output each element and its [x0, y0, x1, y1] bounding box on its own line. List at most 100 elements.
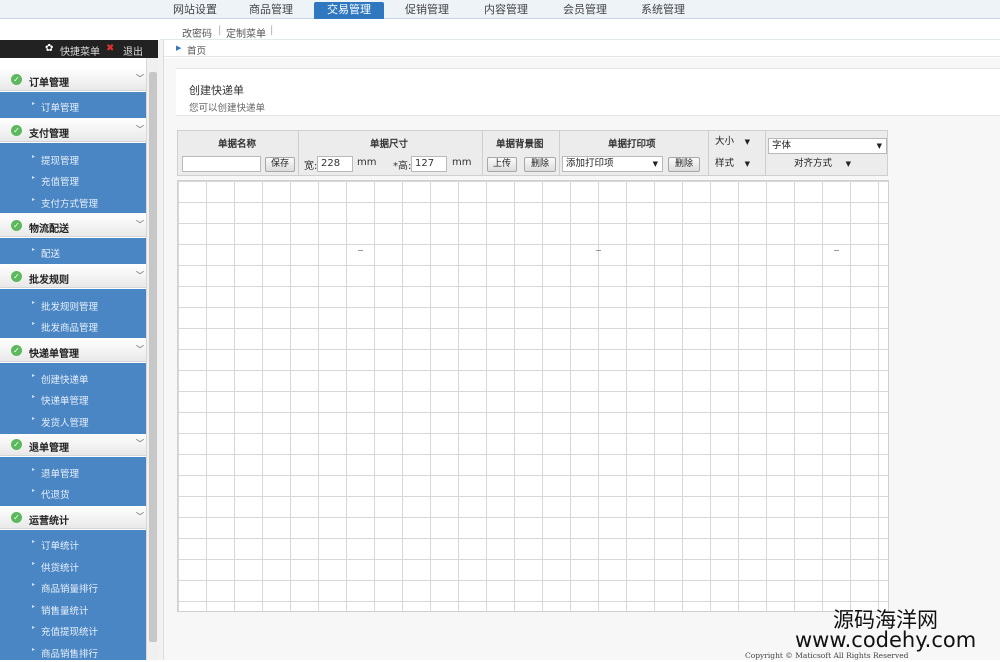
print-item-select[interactable]: 添加打印项 ▼	[562, 156, 663, 172]
sidebar-item-recharge[interactable]: ▸ 充值管理	[0, 169, 146, 190]
sidebar-scroll-thumb[interactable]	[149, 72, 157, 642]
express-toolbar: 单据名称 保存 单据尺寸 宽: 228 mm *高: 127 mm 单据背景图 …	[177, 130, 888, 176]
sidebar-item-sales-volume[interactable]: ▸ 销售量统计	[0, 598, 146, 619]
sidebar-item-payment-methods[interactable]: ▸ 支付方式管理	[0, 191, 146, 212]
chevron-down-icon: ﹀	[136, 271, 144, 280]
toolbar-size-style-cell: 大小 ▼ 样式 ▼	[709, 131, 766, 175]
arrow-right-icon: ▸	[32, 581, 36, 588]
close-icon[interactable]: ✖	[106, 43, 114, 54]
group-title-label: 订单管理	[29, 78, 69, 89]
font-style-select[interactable]: 样式 ▼	[711, 156, 755, 172]
check-icon: ✓	[11, 345, 22, 356]
arrow-right-icon: ▸	[32, 415, 36, 422]
group-items-express: ▸ 创建快递单 ▸ 快递单管理 ▸ 发货人管理	[0, 363, 146, 434]
quick-menu-link[interactable]: 快捷菜单	[60, 43, 100, 58]
sidebar-item-create-express[interactable]: ▸ 创建快递单	[0, 367, 146, 388]
breadcrumb-home[interactable]: 首页	[187, 43, 206, 57]
sidebar-group-express[interactable]: ✓ 快递单管理 ﹀	[0, 340, 146, 362]
chevron-down-icon: ﹀	[136, 220, 144, 229]
font-size-select[interactable]: 大小 ▼	[711, 134, 755, 150]
arrow-right-icon: ▸	[32, 603, 36, 610]
group-title-label: 运营统计	[29, 516, 69, 527]
sidebar: ✿ 快捷菜单 ✖ 退出 ✓ 订单管理 ﹀ ▸ 订单管理 ✓ 支付管理 ﹀ ▸ 提现管…	[0, 40, 158, 660]
sidebar-group-returns[interactable]: ✓ 退单管理 ﹀	[0, 434, 146, 456]
check-icon: ✓	[11, 271, 22, 282]
sidebar-item-wholesale-goods[interactable]: ▸ 批发商品管理	[0, 315, 146, 336]
align-select[interactable]: 对齐方式 ▼	[790, 156, 856, 172]
tab-system[interactable]: 系统管理	[628, 2, 698, 19]
check-icon: ✓	[11, 74, 22, 85]
sidebar-item-recharge-withdraw-stats[interactable]: ▸ 充值提现统计	[0, 619, 146, 640]
sidebar-scrollbar[interactable]	[146, 58, 158, 660]
sidebar-group-stats[interactable]: ✓ 运营统计 ﹀	[0, 507, 146, 529]
sidebar-item-goods-sales-ranking[interactable]: ▸ 商品销售排行	[0, 641, 146, 662]
group-title-label: 快递单管理	[29, 349, 79, 360]
font-family-select[interactable]: 字体 ▼	[768, 138, 887, 154]
logout-link[interactable]: 退出	[123, 43, 143, 58]
save-button[interactable]: 保存	[265, 157, 295, 172]
upload-button[interactable]: 上传	[487, 157, 517, 172]
group-items-wholesale: ▸ 批发规则管理 ▸ 批发商品管理	[0, 289, 146, 338]
tab-trade[interactable]: 交易管理	[314, 2, 384, 19]
sidebar-item-order-stats[interactable]: ▸ 订单统计	[0, 533, 146, 554]
sub-nav-divider: |	[270, 25, 274, 36]
express-design-canvas[interactable]	[177, 180, 889, 612]
arrow-right-icon: ▸	[32, 246, 36, 253]
delete-print-item-button[interactable]: 删除	[668, 157, 700, 172]
width-label: 宽:	[304, 161, 318, 172]
canvas-marker	[358, 250, 363, 251]
sidebar-item-return-goods[interactable]: ▸ 代退货	[0, 482, 146, 503]
top-nav: 网站设置 商品管理 交易管理 促销管理 内容管理 会员管理 系统管理	[0, 0, 1000, 19]
group-title-label: 退单管理	[29, 443, 69, 454]
tab-goods[interactable]: 商品管理	[236, 2, 306, 19]
height-input[interactable]: 127	[411, 156, 447, 172]
arrow-right-icon: ▸	[32, 153, 36, 160]
dropdown-arrow-icon: ▼	[845, 160, 851, 168]
sidebar-group-logistics[interactable]: ✓ 物流配送 ﹀	[0, 215, 146, 237]
dropdown-arrow-icon: ▼	[744, 138, 750, 146]
arrow-right-icon: ▸	[32, 393, 36, 400]
name-input[interactable]	[182, 156, 261, 172]
canvas-marker	[834, 250, 839, 251]
height-unit: mm	[452, 157, 472, 168]
main-content: ▶ 首页 创建快递单 您可以创建快递单 单据名称 保存 单据尺寸 宽: 228 …	[164, 40, 1000, 660]
custom-menu-link[interactable]: 定制菜单	[226, 25, 266, 40]
page-title: 创建快递单	[189, 84, 244, 97]
sidebar-item-delivery[interactable]: ▸ 配送	[0, 241, 146, 262]
sidebar-item-express-manage[interactable]: ▸ 快递单管理	[0, 388, 146, 409]
tab-content[interactable]: 内容管理	[471, 2, 541, 19]
tab-promotion[interactable]: 促销管理	[392, 2, 462, 19]
tab-site-settings[interactable]: 网站设置	[160, 2, 230, 19]
arrow-right-icon: ▸	[32, 100, 36, 107]
tab-members[interactable]: 会员管理	[550, 2, 620, 19]
sidebar-group-payment[interactable]: ✓ 支付管理 ﹀	[0, 120, 146, 142]
sidebar-item-supply-stats[interactable]: ▸ 供货统计	[0, 555, 146, 576]
width-input[interactable]: 228	[317, 156, 353, 172]
group-items-payment: ▸ 提现管理 ▸ 充值管理 ▸ 支付方式管理	[0, 143, 146, 213]
chevron-down-icon: ﹀	[136, 439, 144, 448]
copyright: Copyright © Maticsoft All Rights Reserve…	[745, 651, 909, 660]
check-icon: ✓	[11, 220, 22, 231]
group-title-label: 支付管理	[29, 129, 69, 140]
arrow-right-icon: ▸	[32, 646, 36, 653]
chevron-down-icon: ﹀	[136, 345, 144, 354]
sidebar-item-withdraw[interactable]: ▸ 提现管理	[0, 148, 146, 169]
sub-nav-divider: |	[218, 25, 222, 36]
gear-icon[interactable]: ✿	[45, 43, 53, 54]
height-label: *高:	[393, 161, 412, 172]
sidebar-group-orders[interactable]: ✓ 订单管理 ﹀	[0, 69, 146, 91]
toolbar-name-cell: 单据名称 保存	[178, 131, 299, 175]
check-icon: ✓	[11, 512, 22, 523]
sidebar-item-return-manage[interactable]: ▸ 退单管理	[0, 461, 146, 482]
change-password-link[interactable]: 改密码	[182, 25, 212, 40]
sidebar-item-wholesale-rules[interactable]: ▸ 批发规则管理	[0, 294, 146, 315]
sidebar-item-order-manage[interactable]: ▸ 订单管理	[0, 95, 146, 116]
dropdown-arrow-icon: ▼	[652, 160, 658, 168]
arrow-right-icon: ▸	[32, 560, 36, 567]
delete-bg-button[interactable]: 删除	[524, 157, 556, 172]
toolbar-print-cell: 单据打印项 添加打印项 ▼ 删除	[560, 131, 709, 175]
sidebar-group-wholesale[interactable]: ✓ 批发规则 ﹀	[0, 266, 146, 288]
arrow-right-icon: ▸	[32, 538, 36, 545]
sidebar-item-goods-sales-rank[interactable]: ▸ 商品销量排行	[0, 576, 146, 597]
sidebar-item-shipper-manage[interactable]: ▸ 发货人管理	[0, 410, 146, 431]
